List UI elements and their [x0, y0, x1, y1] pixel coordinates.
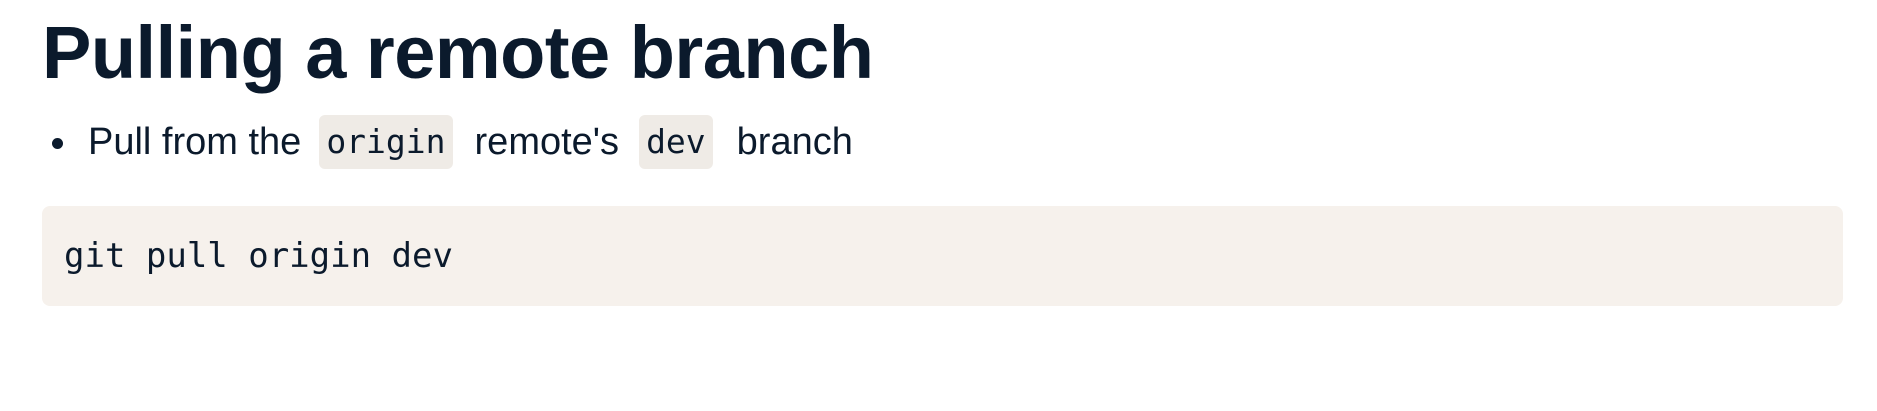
- bullet-dot-icon: [52, 138, 63, 149]
- list-item-text-start: Pull from the: [88, 120, 302, 163]
- list-item: Pull from the origin remote's dev branch: [42, 114, 1842, 170]
- inline-code-remote: origin: [319, 115, 453, 169]
- list-item-text-end: branch: [736, 120, 853, 163]
- code-command: git pull origin dev: [64, 236, 453, 276]
- article-section: Pulling a remote branch Pull from the or…: [42, 0, 1842, 170]
- code-block: git pull origin dev: [42, 206, 1843, 306]
- page-title: Pulling a remote branch: [42, 11, 874, 94]
- list-item-text-middle: remote's: [474, 120, 620, 163]
- inline-code-branch: dev: [639, 115, 713, 169]
- bullet-list: Pull from the origin remote's dev branch: [42, 114, 1842, 170]
